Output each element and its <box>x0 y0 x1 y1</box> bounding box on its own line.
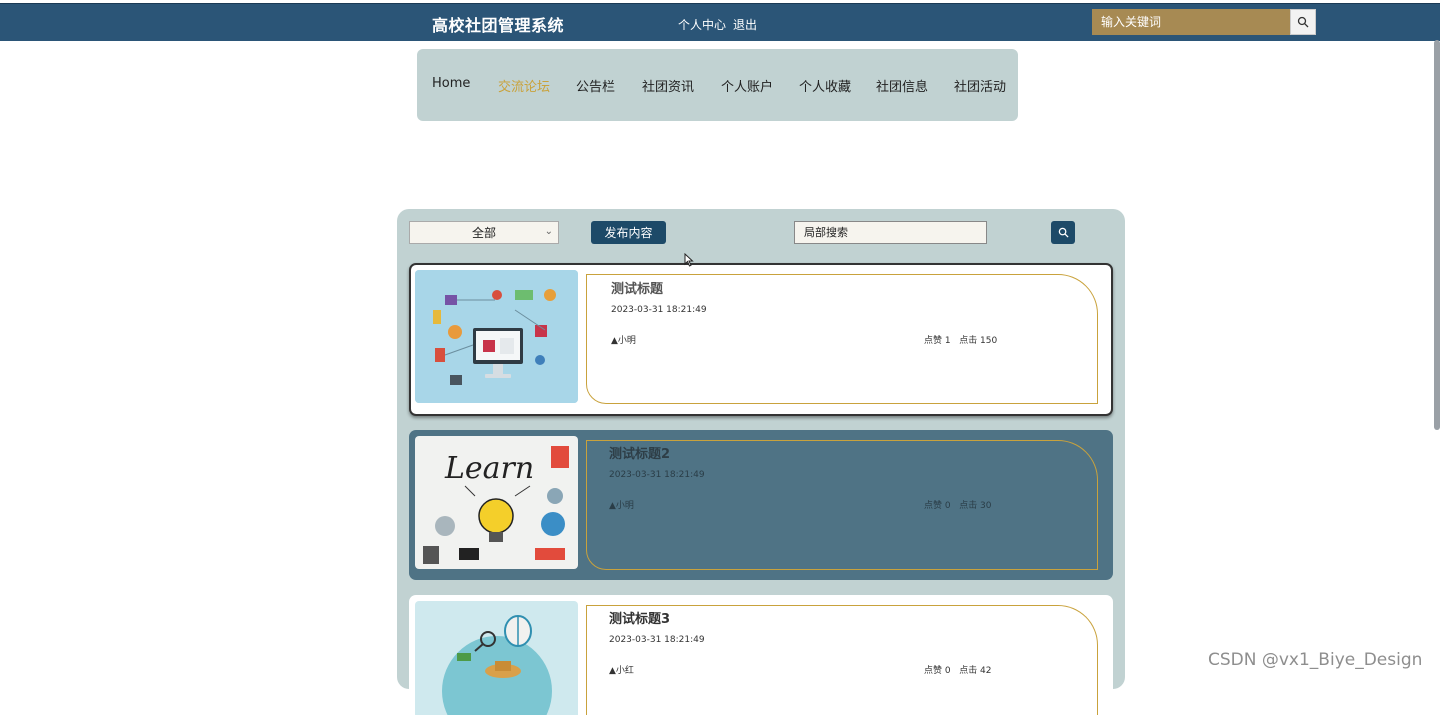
nav-favorites[interactable]: 个人收藏 <box>799 76 851 95</box>
watermark: CSDN @vx1_Biye_Design <box>1208 650 1423 670</box>
post-thumbnail <box>415 601 578 715</box>
search-icon <box>1297 16 1309 28</box>
post-clicks: 点击 42 <box>959 666 992 676</box>
post-date: 2023-03-31 18:21:49 <box>609 635 705 645</box>
top-bar: 高校社团管理系统 个人中心 退出 输入关键词 <box>0 3 1440 41</box>
post-author: ▲小明 <box>609 498 634 511</box>
post-card[interactable]: 测试标题 2023-03-31 18:21:49 ▲小明 点赞 1 点击 150 <box>409 263 1113 416</box>
post-thumbnail: Learn <box>415 436 578 569</box>
nav-notice[interactable]: 公告栏 <box>576 76 615 95</box>
nav-forum[interactable]: 交流论坛 <box>498 76 550 95</box>
user-icon: ▲ <box>609 501 616 511</box>
keyword-search-button[interactable] <box>1290 9 1316 35</box>
nav-home[interactable]: Home <box>432 76 470 91</box>
post-thumbnail <box>415 270 578 403</box>
post-stats: 点赞 1 点击 150 <box>924 333 997 346</box>
nav-account[interactable]: 个人账户 <box>721 76 773 95</box>
post-author-name: 小明 <box>615 501 634 511</box>
post-author-name: 小明 <box>617 336 636 346</box>
publish-button[interactable]: 发布内容 <box>591 221 666 244</box>
nav-club-activity[interactable]: 社团活动 <box>954 76 1006 95</box>
local-search-input[interactable]: 局部搜索 <box>794 221 987 244</box>
post-title[interactable]: 测试标题3 <box>609 608 670 627</box>
category-select[interactable]: 全部 ⌄ <box>409 221 559 244</box>
nav-club-news[interactable]: 社团资讯 <box>642 76 694 95</box>
post-author: ▲小明 <box>611 333 636 346</box>
post-likes: 点赞 1 <box>924 336 951 346</box>
post-likes: 点赞 0 <box>924 666 951 676</box>
post-title[interactable]: 测试标题2 <box>609 443 670 462</box>
local-search-button[interactable] <box>1051 221 1075 244</box>
page-scrollbar[interactable] <box>1434 40 1440 430</box>
mouse-cursor-icon <box>684 253 694 267</box>
personal-center-link[interactable]: 个人中心 <box>678 16 726 33</box>
user-icon: ▲ <box>611 336 618 346</box>
svg-text:Learn: Learn <box>444 451 534 486</box>
user-icon: ▲ <box>609 666 616 676</box>
chevron-down-icon: ⌄ <box>544 226 553 237</box>
nav-club-info[interactable]: 社团信息 <box>876 76 928 95</box>
post-card[interactable]: 测试标题3 2023-03-31 18:21:49 ▲小红 点赞 0 点击 42 <box>409 595 1113 715</box>
search-icon <box>1058 227 1069 238</box>
post-card[interactable]: Learn 测试标题2 2023-03-31 18:21:49 ▲小明 点赞 0… <box>409 430 1113 580</box>
post-stats: 点赞 0 点击 42 <box>924 663 992 676</box>
post-date: 2023-03-31 18:21:49 <box>609 470 705 480</box>
post-clicks: 点击 30 <box>959 501 992 511</box>
post-clicks: 点击 150 <box>959 336 998 346</box>
logout-link[interactable]: 退出 <box>733 16 757 33</box>
keyword-search-input[interactable]: 输入关键词 <box>1092 9 1290 35</box>
post-author-name: 小红 <box>615 666 634 676</box>
category-select-value: 全部 <box>471 226 496 240</box>
post-likes: 点赞 0 <box>924 501 951 511</box>
post-title[interactable]: 测试标题 <box>611 278 663 297</box>
main-nav: Home 交流论坛 公告栏 社团资讯 个人账户 个人收藏 社团信息 社团活动 <box>417 49 1018 121</box>
post-author: ▲小红 <box>609 663 634 676</box>
site-title: 高校社团管理系统 <box>432 16 565 35</box>
post-date: 2023-03-31 18:21:49 <box>611 305 707 315</box>
post-stats: 点赞 0 点击 30 <box>924 498 992 511</box>
